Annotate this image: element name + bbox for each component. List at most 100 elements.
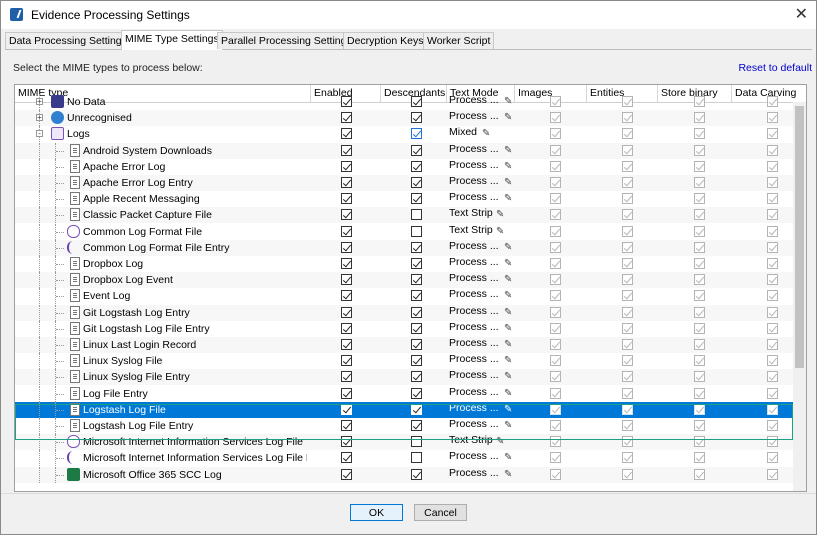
enabled-checkbox[interactable] [341,145,352,156]
enabled-checkbox[interactable] [341,226,352,237]
pencil-edit-icon[interactable]: ✎ [504,324,513,334]
table-row[interactable]: Linux Syslog File Entry Process ... ✎ [15,369,793,385]
descendants-checkbox[interactable] [411,371,422,382]
table-row[interactable]: Apple Recent Messaging Process ... ✎ [15,191,793,207]
collapse-icon[interactable]: - [36,130,43,138]
enabled-checkbox[interactable] [341,420,352,431]
pencil-edit-icon[interactable]: ✎ [504,470,513,480]
enabled-checkbox[interactable] [341,339,352,350]
pencil-edit-icon[interactable]: ✎ [504,259,513,269]
pencil-edit-icon[interactable]: ✎ [504,178,513,188]
expand-icon[interactable]: + [36,98,43,106]
table-row[interactable]: Event Log Process ... ✎ [15,288,793,304]
pencil-edit-icon[interactable]: ✎ [496,437,505,447]
pencil-edit-icon[interactable]: ✎ [504,356,513,366]
pencil-edit-icon[interactable]: ✎ [504,308,513,318]
enabled-checkbox[interactable] [341,177,352,188]
table-row[interactable]: - Logs Mixed ✎ [15,126,793,142]
tab-worker-script[interactable]: Worker Script [423,32,495,49]
table-row[interactable]: + Unrecognised Process ... ✎ [15,110,793,126]
table-row[interactable]: Microsoft Office 365 SCC Log Process ... ✎ [15,467,793,483]
pencil-edit-icon[interactable]: ✎ [504,405,513,415]
descendants-checkbox[interactable] [411,112,422,123]
descendants-checkbox[interactable] [411,209,422,220]
descendants-checkbox[interactable] [411,420,422,431]
enabled-checkbox[interactable] [341,290,352,301]
table-row[interactable]: Dropbox Log Event Process ... ✎ [15,272,793,288]
descendants-checkbox[interactable] [411,452,422,463]
enabled-checkbox[interactable] [341,323,352,334]
pencil-edit-icon[interactable]: ✎ [504,372,513,382]
enabled-checkbox[interactable] [341,274,352,285]
descendants-checkbox[interactable] [411,388,422,399]
enabled-checkbox[interactable] [341,452,352,463]
table-row[interactable]: Android System Downloads Process ... ✎ [15,143,793,159]
enabled-checkbox[interactable] [341,96,352,107]
table-row[interactable]: Dropbox Log Process ... ✎ [15,256,793,272]
table-row[interactable]: Microsoft Internet Information Services … [15,434,793,450]
pencil-edit-icon[interactable]: ✎ [504,389,513,399]
descendants-checkbox[interactable] [411,355,422,366]
enabled-checkbox[interactable] [341,161,352,172]
table-row[interactable]: Apache Error Log Entry Process ... ✎ [15,175,793,191]
descendants-checkbox[interactable] [411,274,422,285]
table-row[interactable]: Apache Error Log Process ... ✎ [15,159,793,175]
tab-data-processing-settings[interactable]: Data Processing Settings [5,32,131,49]
pencil-edit-icon[interactable]: ✎ [496,210,505,220]
text-mode-value[interactable]: Mixed [449,126,513,138]
enabled-checkbox[interactable] [341,404,352,415]
descendants-checkbox[interactable] [411,128,422,139]
enabled-checkbox[interactable] [341,209,352,220]
descendants-checkbox[interactable] [411,226,422,237]
pencil-edit-icon[interactable]: ✎ [504,421,513,431]
enabled-checkbox[interactable] [341,355,352,366]
table-row[interactable]: + No Data Process ... ✎ [15,94,793,110]
scrollbar-thumb[interactable] [795,106,804,368]
table-row[interactable]: Logstash Log File Entry Process ... ✎ [15,418,793,434]
pencil-edit-icon[interactable]: ✎ [504,146,513,156]
enabled-checkbox[interactable] [341,128,352,139]
table-row[interactable]: Common Log Format File Text Strip ✎ [15,224,793,240]
enabled-checkbox[interactable] [341,112,352,123]
table-row[interactable]: Logstash Log File Process ... ✎ [15,402,793,418]
pencil-edit-icon[interactable]: ✎ [504,340,513,350]
enabled-checkbox[interactable] [341,469,352,480]
descendants-checkbox[interactable] [411,339,422,350]
table-row[interactable]: Git Logstash Log Entry Process ... ✎ [15,305,793,321]
table-row[interactable]: Linux Syslog File Process ... ✎ [15,353,793,369]
table-row[interactable]: Common Log Format File Entry Process ... ✎ [15,240,793,256]
pencil-edit-icon[interactable]: ✎ [482,129,491,139]
table-row[interactable]: Classic Packet Capture File Text Strip ✎ [15,207,793,223]
descendants-checkbox[interactable] [411,323,422,334]
descendants-checkbox[interactable] [411,145,422,156]
reset-to-default-link[interactable]: Reset to default [738,62,812,74]
descendants-checkbox[interactable] [411,404,422,415]
pencil-edit-icon[interactable]: ✎ [496,227,505,237]
close-icon[interactable]: ✕ [795,4,808,24]
table-row[interactable]: Log File Entry Process ... ✎ [15,386,793,402]
descendants-checkbox[interactable] [411,193,422,204]
vertical-scrollbar[interactable] [793,102,806,491]
table-row[interactable]: Microsoft Internet Information Services … [15,450,793,466]
descendants-checkbox[interactable] [411,307,422,318]
descendants-checkbox[interactable] [411,290,422,301]
descendants-checkbox[interactable] [411,161,422,172]
pencil-edit-icon[interactable]: ✎ [504,291,513,301]
descendants-checkbox[interactable] [411,258,422,269]
descendants-checkbox[interactable] [411,96,422,107]
tab-mime-type-settings[interactable]: MIME Type Settings [121,30,223,50]
descendants-checkbox[interactable] [411,436,422,447]
pencil-edit-icon[interactable]: ✎ [504,113,513,123]
pencil-edit-icon[interactable]: ✎ [504,97,513,107]
descendants-checkbox[interactable] [411,469,422,480]
enabled-checkbox[interactable] [341,371,352,382]
pencil-edit-icon[interactable]: ✎ [504,453,513,463]
ok-button[interactable]: OK [350,504,403,521]
pencil-edit-icon[interactable]: ✎ [504,194,513,204]
expand-icon[interactable]: + [36,114,43,122]
enabled-checkbox[interactable] [341,307,352,318]
descendants-checkbox[interactable] [411,177,422,188]
pencil-edit-icon[interactable]: ✎ [504,275,513,285]
table-row[interactable]: Linux Last Login Record Process ... ✎ [15,337,793,353]
enabled-checkbox[interactable] [341,193,352,204]
